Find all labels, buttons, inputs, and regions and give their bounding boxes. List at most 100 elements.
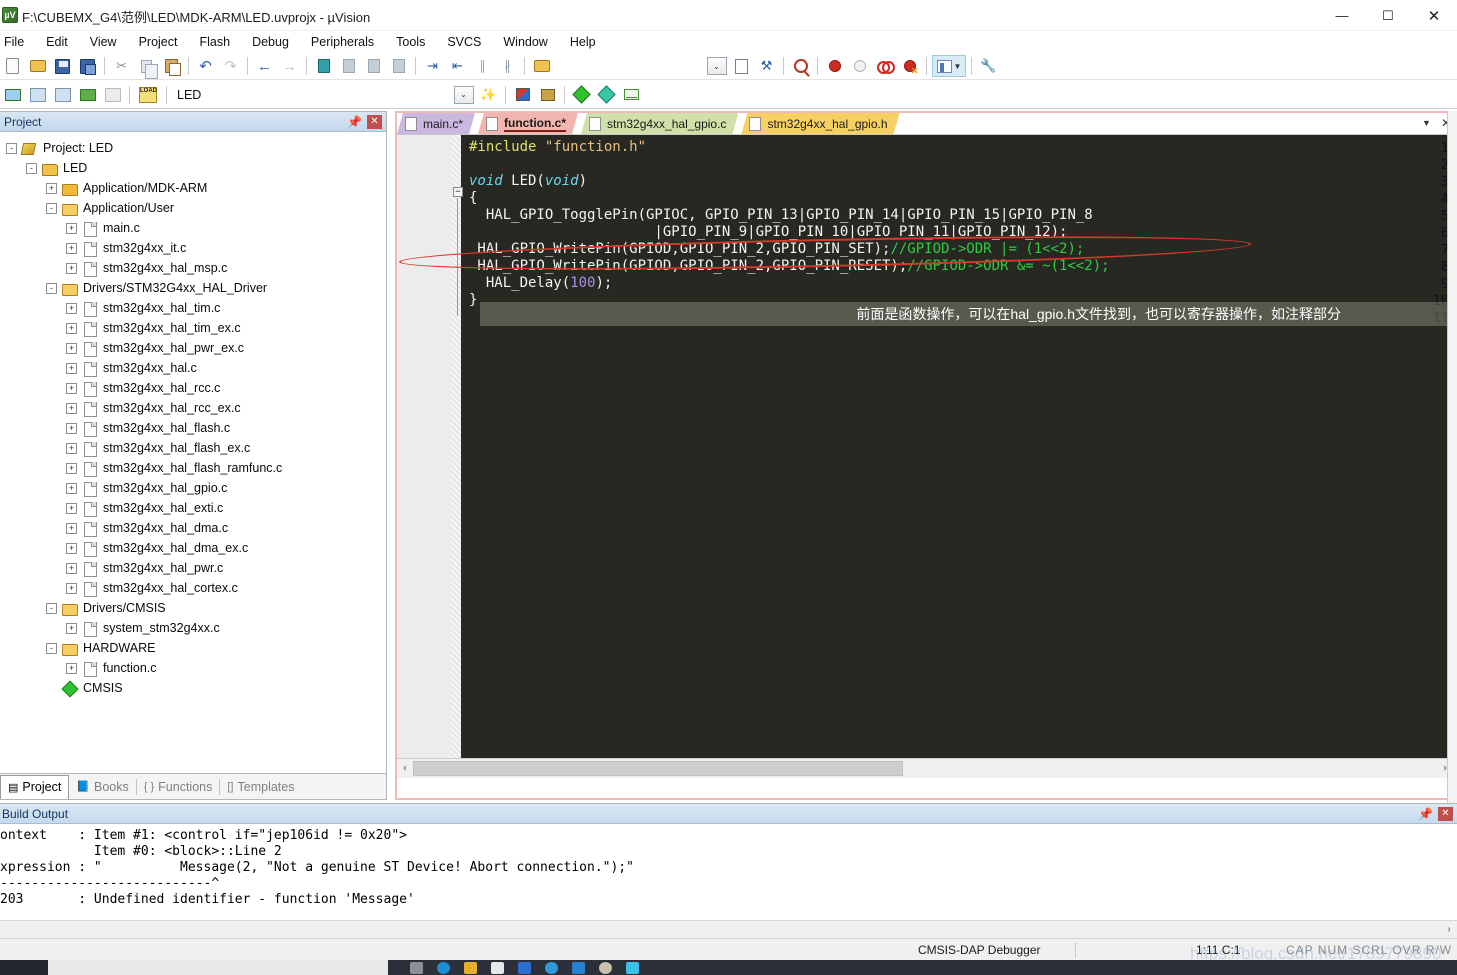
next-bookmark-icon[interactable]: [362, 55, 385, 77]
maximize-button[interactable]: ☐: [1365, 0, 1411, 31]
store-icon[interactable]: [491, 961, 504, 974]
tree-item[interactable]: - HARDWARE: [0, 638, 386, 658]
expand-icon[interactable]: +: [66, 482, 77, 494]
batch-build-icon[interactable]: [76, 84, 99, 106]
expand-icon[interactable]: +: [66, 222, 77, 234]
close-icon[interactable]: ✕: [367, 115, 382, 129]
indent-left-icon[interactable]: ⇤: [446, 55, 469, 77]
code-editor[interactable]: 1 2 3 4 5 6 7 8 9 10 11 − #include "function.h" voi…: [397, 135, 1453, 778]
start-button[interactable]: [0, 960, 48, 975]
copy-icon[interactable]: [135, 55, 158, 79]
expand-icon[interactable]: +: [66, 302, 77, 314]
expand-icon[interactable]: +: [66, 502, 77, 514]
stop-build-icon[interactable]: [101, 84, 124, 106]
manage-project-items-icon[interactable]: [511, 84, 534, 106]
target-dropdown[interactable]: ⌄: [452, 84, 475, 106]
tree-item[interactable]: + stm32g4xx_hal_flash.c: [0, 418, 386, 438]
tree-item[interactable]: - Project: LED: [0, 138, 386, 158]
tree-item[interactable]: + stm32g4xx_hal_pwr_ex.c: [0, 338, 386, 358]
expand-icon[interactable]: +: [66, 422, 77, 434]
scroll-left-arrow[interactable]: ‹: [397, 763, 413, 774]
tree-item[interactable]: + stm32g4xx_hal_tim_ex.c: [0, 318, 386, 338]
kill-all-breakpoints-icon[interactable]: [898, 55, 921, 77]
redo-icon[interactable]: ↷: [219, 55, 242, 77]
menu-item-file[interactable]: File: [0, 33, 35, 51]
build-output-scrollbar[interactable]: ›: [0, 920, 1457, 938]
menu-item-peripherals[interactable]: Peripherals: [300, 33, 385, 51]
download-icon[interactable]: LOAD: [135, 84, 161, 106]
disable-breakpoint-icon[interactable]: [848, 55, 871, 77]
expand-icon[interactable]: +: [66, 442, 77, 454]
app-grey-icon[interactable]: [599, 961, 612, 974]
tree-item[interactable]: + stm32g4xx_hal.c: [0, 358, 386, 378]
open-file-button[interactable]: [26, 55, 49, 77]
undo-icon[interactable]: ↶: [194, 55, 217, 77]
panel-tab-books[interactable]: 📘 Books: [69, 775, 135, 799]
expand-icon[interactable]: +: [66, 322, 77, 334]
fold-toggle-icon[interactable]: −: [453, 187, 463, 197]
insert-breakpoint-icon[interactable]: [823, 55, 846, 77]
pin-icon[interactable]: 📌: [1418, 807, 1433, 821]
menu-item-view[interactable]: View: [79, 33, 128, 51]
expand-icon[interactable]: +: [66, 402, 77, 414]
collapse-icon[interactable]: -: [46, 642, 57, 654]
configure-icon[interactable]: 🔧: [977, 55, 1000, 77]
comment-icon[interactable]: ∥: [471, 55, 494, 77]
panel-tab-templates[interactable]: [] Templates: [220, 775, 301, 799]
cut-icon[interactable]: ✂: [110, 55, 133, 77]
expand-icon[interactable]: +: [66, 522, 77, 534]
expand-icon[interactable]: +: [66, 562, 77, 574]
menu-item-edit[interactable]: Edit: [35, 33, 79, 51]
expand-icon[interactable]: +: [66, 242, 77, 254]
close-icon[interactable]: ✕: [1438, 807, 1453, 821]
tree-item[interactable]: + stm32g4xx_hal_rcc.c: [0, 378, 386, 398]
pin-icon[interactable]: 📌: [347, 115, 362, 129]
expand-icon[interactable]: +: [66, 582, 77, 594]
find-icon[interactable]: [789, 55, 812, 77]
collapse-icon[interactable]: -: [26, 162, 37, 174]
chevron-down-icon[interactable]: ▼: [1422, 118, 1431, 128]
expand-icon[interactable]: +: [66, 462, 77, 474]
taskview-icon[interactable]: [410, 961, 423, 974]
collapse-icon[interactable]: -: [46, 202, 57, 214]
tree-item[interactable]: + stm32g4xx_hal_tim.c: [0, 298, 386, 318]
target-options-icon[interactable]: ✨: [477, 84, 500, 106]
search-dropdown[interactable]: ⌄: [705, 55, 728, 77]
new-file-button[interactable]: [1, 55, 24, 77]
menu-item-svcs[interactable]: SVCS: [436, 33, 492, 51]
target-selector[interactable]: LED: [171, 86, 301, 104]
explorer-icon[interactable]: [464, 961, 477, 974]
pack-update-icon[interactable]: [620, 84, 643, 106]
manage-rte-icon[interactable]: [595, 84, 618, 106]
expand-icon[interactable]: +: [66, 342, 77, 354]
expand-icon[interactable]: +: [66, 262, 77, 274]
expand-icon[interactable]: +: [66, 662, 77, 674]
tree-item[interactable]: - Application/User: [0, 198, 386, 218]
tree-item[interactable]: + system_stm32g4xx.c: [0, 618, 386, 638]
toggle-bookmark-icon[interactable]: [312, 55, 335, 77]
navigate-back-icon[interactable]: ←: [253, 55, 276, 77]
tree-item[interactable]: + stm32g4xx_hal_cortex.c: [0, 578, 386, 598]
expand-icon[interactable]: +: [46, 182, 57, 194]
tree-item[interactable]: + stm32g4xx_hal_flash_ramfunc.c: [0, 458, 386, 478]
paste-icon[interactable]: [160, 55, 183, 77]
editor-horizontal-scrollbar[interactable]: ‹ ›: [397, 758, 1453, 778]
manage-windows-button[interactable]: ▼: [932, 55, 966, 77]
edge-icon[interactable]: [437, 961, 450, 974]
tree-item[interactable]: + stm32g4xx_hal_rcc_ex.c: [0, 398, 386, 418]
find-in-files-icon[interactable]: [730, 55, 753, 77]
app-blue2-icon[interactable]: [545, 961, 558, 974]
tree-item[interactable]: + stm32g4xx_hal_exti.c: [0, 498, 386, 518]
collapse-icon[interactable]: -: [6, 142, 17, 154]
close-button[interactable]: ✕: [1411, 0, 1457, 31]
tree-item[interactable]: - Drivers/CMSIS: [0, 598, 386, 618]
tree-item[interactable]: + stm32g4xx_hal_flash_ex.c: [0, 438, 386, 458]
navigate-forward-icon[interactable]: →: [278, 55, 301, 77]
scroll-right-arrow[interactable]: ›: [1441, 924, 1457, 935]
menu-item-debug[interactable]: Debug: [241, 33, 300, 51]
disable-all-breakpoints-icon[interactable]: [873, 55, 896, 77]
expand-icon[interactable]: +: [66, 622, 77, 634]
scroll-thumb[interactable]: [413, 761, 903, 776]
clear-bookmarks-icon[interactable]: [387, 55, 410, 77]
expand-icon[interactable]: +: [66, 542, 77, 554]
